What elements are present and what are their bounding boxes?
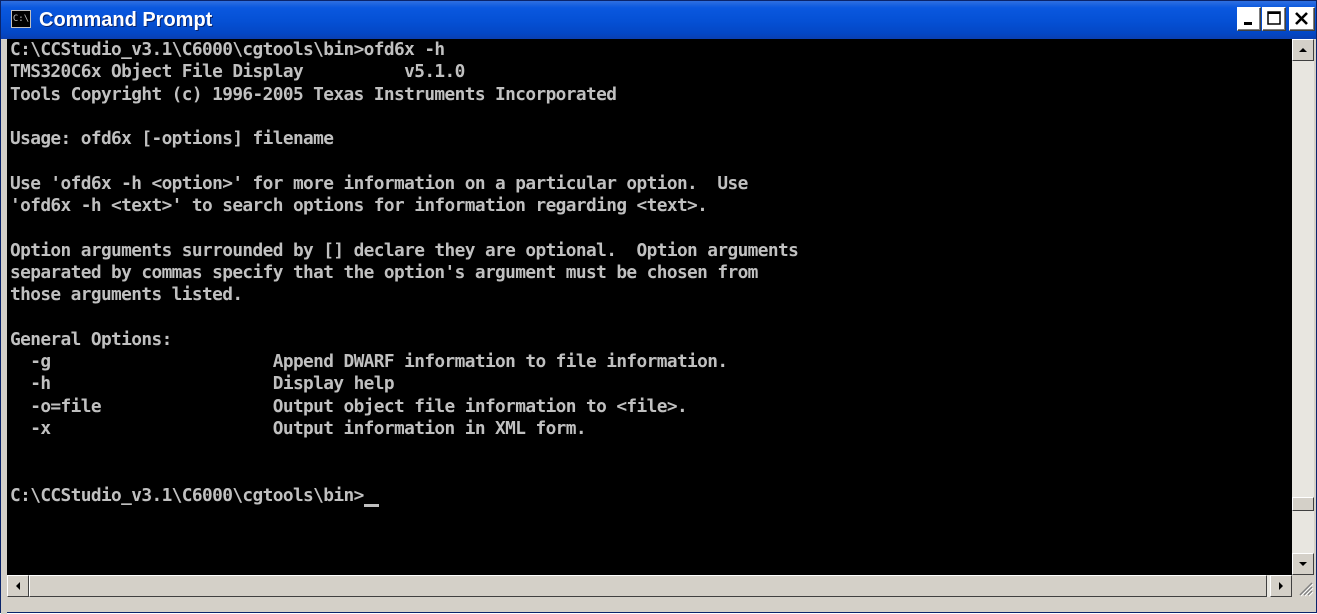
arrow-left-icon: [16, 582, 20, 590]
scroll-up-button[interactable]: [1292, 39, 1314, 61]
resize-grip-icon: [1299, 582, 1314, 597]
arrow-down-icon: [1299, 562, 1307, 566]
scroll-left-button[interactable]: [7, 575, 29, 597]
text-cursor: [364, 504, 380, 507]
minimize-button[interactable]: [1237, 7, 1261, 31]
vertical-scrollbar[interactable]: [1292, 39, 1314, 575]
maximize-icon: [1267, 11, 1281, 25]
vertical-scroll-thumb[interactable]: [1292, 497, 1314, 511]
console-text: C:\CCStudio_v3.1\C6000\cgtools\bin>ofd6x…: [10, 39, 799, 506]
scroll-down-button[interactable]: [1292, 553, 1314, 575]
resize-grip[interactable]: [1292, 575, 1314, 597]
horizontal-scrollbar[interactable]: [7, 575, 1292, 597]
minimize-icon: [1244, 22, 1252, 25]
maximize-button[interactable]: [1262, 7, 1286, 31]
close-button[interactable]: [1289, 7, 1315, 31]
command-prompt-window: C:\ Command Prompt C:\CCStudio_v3.1\C600…: [0, 0, 1317, 614]
window-title: Command Prompt: [39, 9, 213, 31]
console-output[interactable]: C:\CCStudio_v3.1\C6000\cgtools\bin>ofd6x…: [7, 39, 1292, 575]
close-icon: [1295, 12, 1308, 25]
horizontal-scroll-thumb[interactable]: [29, 575, 1267, 597]
title-bar[interactable]: C:\ Command Prompt: [1, 1, 1316, 39]
scroll-right-button[interactable]: [1270, 575, 1292, 597]
arrow-right-icon: [1279, 582, 1283, 590]
arrow-up-icon: [1299, 48, 1307, 52]
command-prompt-icon[interactable]: C:\: [11, 10, 31, 28]
